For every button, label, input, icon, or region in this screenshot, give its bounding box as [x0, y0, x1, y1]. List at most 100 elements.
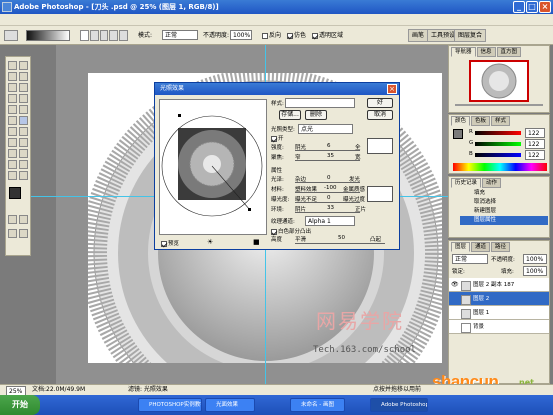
blur-tool-icon[interactable]	[8, 127, 17, 136]
hand-tool-icon[interactable]	[8, 171, 17, 180]
preview-checkbox[interactable]: 预览	[161, 239, 179, 247]
gloss-slider[interactable]	[295, 182, 360, 183]
menu-bar[interactable]	[0, 14, 553, 26]
tab-swatches[interactable]: 色板	[471, 116, 491, 126]
tab-history[interactable]: 历史记录	[451, 178, 482, 188]
history-item[interactable]: 取消选择	[460, 198, 548, 207]
texture-channel-select[interactable]: Alpha 1	[305, 216, 355, 226]
exposure-slider[interactable]	[295, 202, 360, 203]
tab-navigator[interactable]: 导航器	[451, 47, 476, 57]
quick-mask-icon[interactable]	[19, 215, 28, 224]
ambience-slider[interactable]	[295, 212, 360, 213]
intensity-slider[interactable]	[295, 150, 360, 151]
start-button[interactable]: 开始	[0, 395, 40, 415]
focus-slider[interactable]	[295, 160, 360, 161]
healing-brush-tool-icon[interactable]	[8, 94, 17, 103]
tab-paths[interactable]: 路径	[491, 242, 511, 252]
foreground-color-swatch[interactable]	[9, 187, 21, 199]
eraser-tool-icon[interactable]	[8, 116, 17, 125]
taskbar-item[interactable]: 光面效果	[205, 398, 255, 412]
minimize-button[interactable]: _	[513, 1, 525, 13]
history-item-active[interactable]: 图层属性	[460, 216, 548, 225]
gradient-type-buttons[interactable]	[80, 30, 128, 41]
eyedropper-tool-icon[interactable]	[19, 160, 28, 169]
taskbar-item-active[interactable]: Adobe Photoshop	[370, 398, 428, 412]
dialog-close-icon[interactable]: ×	[387, 84, 397, 94]
fill-input[interactable]: 100%	[523, 266, 547, 276]
light-color-swatch[interactable]	[367, 138, 393, 154]
taskbar-item[interactable]: 未命名 - 画图	[290, 398, 345, 412]
color-fg-swatch[interactable]	[453, 129, 463, 139]
gradient-tool-icon-selected[interactable]	[19, 116, 28, 125]
palette-tab-layer-comps[interactable]: 图层复合	[454, 29, 487, 42]
opacity-input[interactable]: 100%	[230, 30, 252, 40]
screen-mode-icon[interactable]	[8, 229, 17, 238]
channel-g-value[interactable]: 122	[525, 139, 545, 149]
channel-r-value[interactable]: 122	[525, 128, 545, 138]
crop-tool-icon[interactable]	[8, 83, 17, 92]
path-selection-tool-icon[interactable]	[8, 138, 17, 147]
save-button[interactable]: 存储...	[279, 110, 301, 120]
tab-actions[interactable]: 动作	[482, 178, 502, 188]
trash-icon[interactable]: ■	[253, 238, 260, 246]
reverse-checkbox[interactable]: 反向	[262, 30, 281, 41]
navigator-view-box[interactable]	[469, 60, 529, 102]
history-brush-tool-icon[interactable]	[19, 105, 28, 114]
pen-tool-icon[interactable]	[8, 149, 17, 158]
taskbar-item[interactable]: PHOTOSHOP实例教学	[138, 398, 202, 412]
maximize-button[interactable]: □	[526, 1, 538, 13]
height-slider[interactable]	[295, 243, 385, 244]
magic-wand-tool-icon[interactable]	[19, 72, 28, 81]
gradient-picker[interactable]	[26, 30, 70, 41]
channel-r-slider[interactable]	[475, 131, 521, 135]
dodge-tool-icon[interactable]	[19, 127, 28, 136]
tab-layers[interactable]: 图层	[451, 242, 471, 252]
slice-tool-icon[interactable]	[19, 83, 28, 92]
radial-gradient-icon[interactable]	[89, 30, 99, 41]
layer-opacity-input[interactable]: 100%	[523, 254, 547, 264]
white-high-checkbox[interactable]: 白色部分凸出	[271, 227, 311, 235]
diamond-gradient-icon[interactable]	[119, 30, 128, 41]
clone-stamp-tool-icon[interactable]	[8, 105, 17, 114]
delete-button[interactable]: 删除	[305, 110, 327, 120]
channel-b-slider[interactable]	[475, 153, 521, 157]
tab-styles[interactable]: 样式	[491, 116, 511, 126]
zoom-slider[interactable]	[455, 104, 543, 106]
angle-gradient-icon[interactable]	[99, 30, 109, 41]
history-item[interactable]: 新建图层	[460, 207, 548, 216]
transparency-checkbox[interactable]: 透明区域	[312, 30, 343, 41]
tab-channels[interactable]: 通道	[471, 242, 491, 252]
ambient-color-swatch[interactable]	[367, 186, 393, 202]
history-item[interactable]: 填充	[460, 189, 548, 198]
color-ramp[interactable]	[453, 163, 547, 171]
style-select[interactable]	[285, 98, 355, 108]
close-button[interactable]: ×	[539, 1, 551, 13]
tab-info[interactable]: 信息	[476, 47, 496, 57]
notes-tool-icon[interactable]	[8, 160, 17, 169]
light-bulb-icon[interactable]: ☀	[207, 238, 213, 246]
tab-histogram[interactable]: 直方图	[496, 47, 522, 57]
brush-tool-icon[interactable]	[19, 94, 28, 103]
light-type-select[interactable]: 点光	[298, 124, 353, 134]
eye-icon[interactable]: 👁	[451, 281, 459, 288]
zoom-tool-icon[interactable]	[19, 171, 28, 180]
shape-tool-icon[interactable]	[19, 149, 28, 158]
marquee-tool-icon[interactable]	[8, 61, 17, 70]
jump-to-imageready-icon[interactable]	[19, 229, 28, 238]
blend-mode-select[interactable]: 正常	[452, 254, 488, 264]
dither-checkbox[interactable]: 仿色	[287, 30, 306, 41]
tab-color[interactable]: 颜色	[451, 116, 471, 126]
reflected-gradient-icon[interactable]	[109, 30, 119, 41]
channel-g-slider[interactable]	[475, 142, 521, 146]
gradient-tool-icon[interactable]	[4, 30, 18, 41]
lasso-tool-icon[interactable]	[8, 72, 17, 81]
type-tool-icon[interactable]	[19, 138, 28, 147]
cancel-button[interactable]: 取消	[367, 110, 393, 120]
channel-b-value[interactable]: 122	[525, 150, 545, 160]
palette-tab-brushes[interactable]: 画笔	[408, 29, 429, 42]
linear-gradient-icon[interactable]	[80, 30, 89, 41]
preview-area[interactable]	[159, 99, 267, 235]
mode-select[interactable]: 正常	[162, 30, 198, 40]
ok-button[interactable]: 好	[367, 98, 393, 108]
move-tool-icon[interactable]	[19, 61, 28, 70]
